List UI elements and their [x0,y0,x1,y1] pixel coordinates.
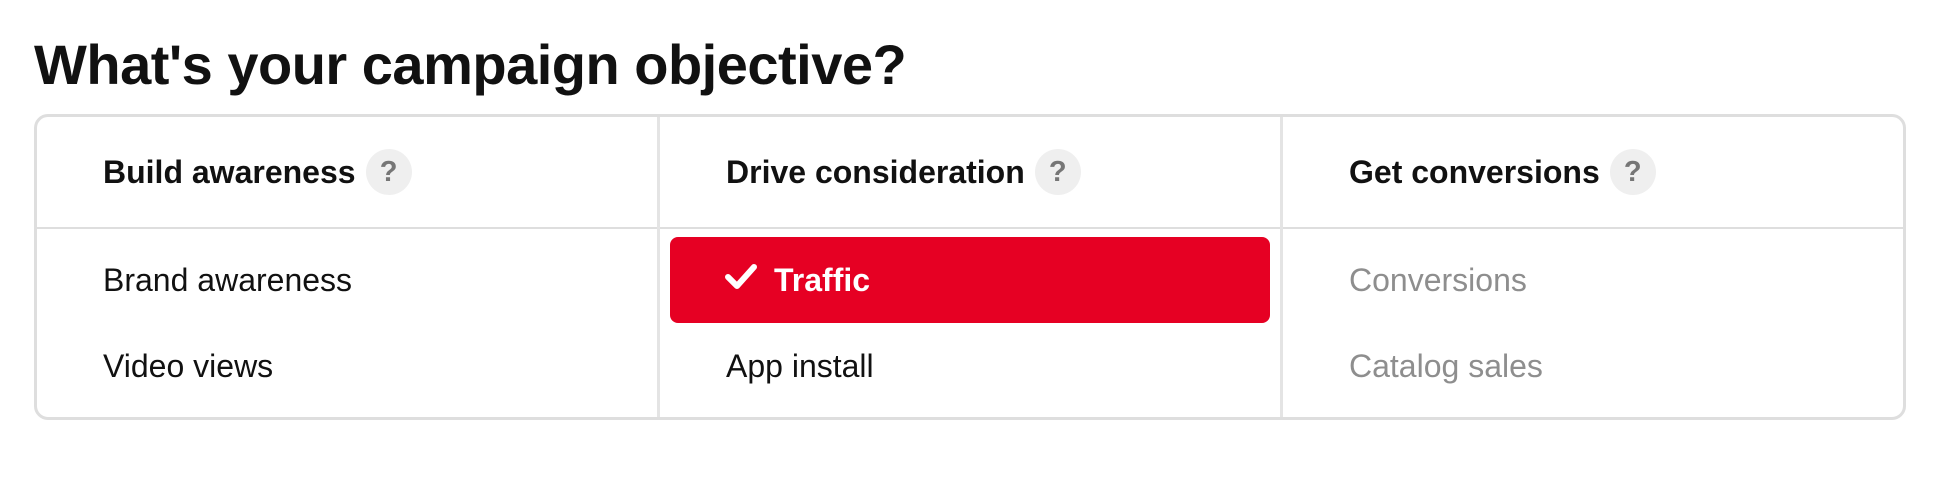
option-conversions: Conversions [1293,237,1893,323]
option-label: Catalog sales [1349,347,1543,384]
help-icon[interactable]: ? [1034,149,1081,195]
option-list: Conversions Catalog sales [1283,229,1903,417]
column-title: Build awareness [103,153,356,190]
option-label: Brand awareness [103,261,353,298]
column-header: Get conversions ? [1283,117,1903,229]
option-label: Traffic [774,261,871,298]
objective-column-drive-consideration: Drive consideration ? Traffic App instal… [657,117,1280,417]
option-label: Video views [103,347,274,384]
help-icon[interactable]: ? [1609,149,1656,195]
help-icon[interactable]: ? [365,149,412,195]
objective-column-build-awareness: Build awareness ? Brand awareness Video … [37,117,657,417]
option-list: Traffic App install [660,229,1280,417]
option-video-views[interactable]: Video views [47,323,647,409]
option-label: App install [726,347,874,384]
objective-column-get-conversions: Get conversions ? Conversions Catalog sa… [1280,117,1903,417]
column-title: Drive consideration [726,153,1025,190]
option-list: Brand awareness Video views [37,229,657,417]
column-header: Drive consideration ? [660,117,1280,229]
option-app-install[interactable]: App install [670,323,1270,409]
option-brand-awareness[interactable]: Brand awareness [47,237,647,323]
campaign-objective-table: Build awareness ? Brand awareness Video … [34,114,1906,420]
column-header: Build awareness ? [37,117,657,229]
checkmark-icon [724,260,758,294]
option-label: Conversions [1349,261,1527,298]
column-title: Get conversions [1349,153,1600,190]
page-title: What's your campaign objective? [34,33,907,96]
option-catalog-sales: Catalog sales [1293,323,1893,409]
option-traffic[interactable]: Traffic [670,237,1270,323]
